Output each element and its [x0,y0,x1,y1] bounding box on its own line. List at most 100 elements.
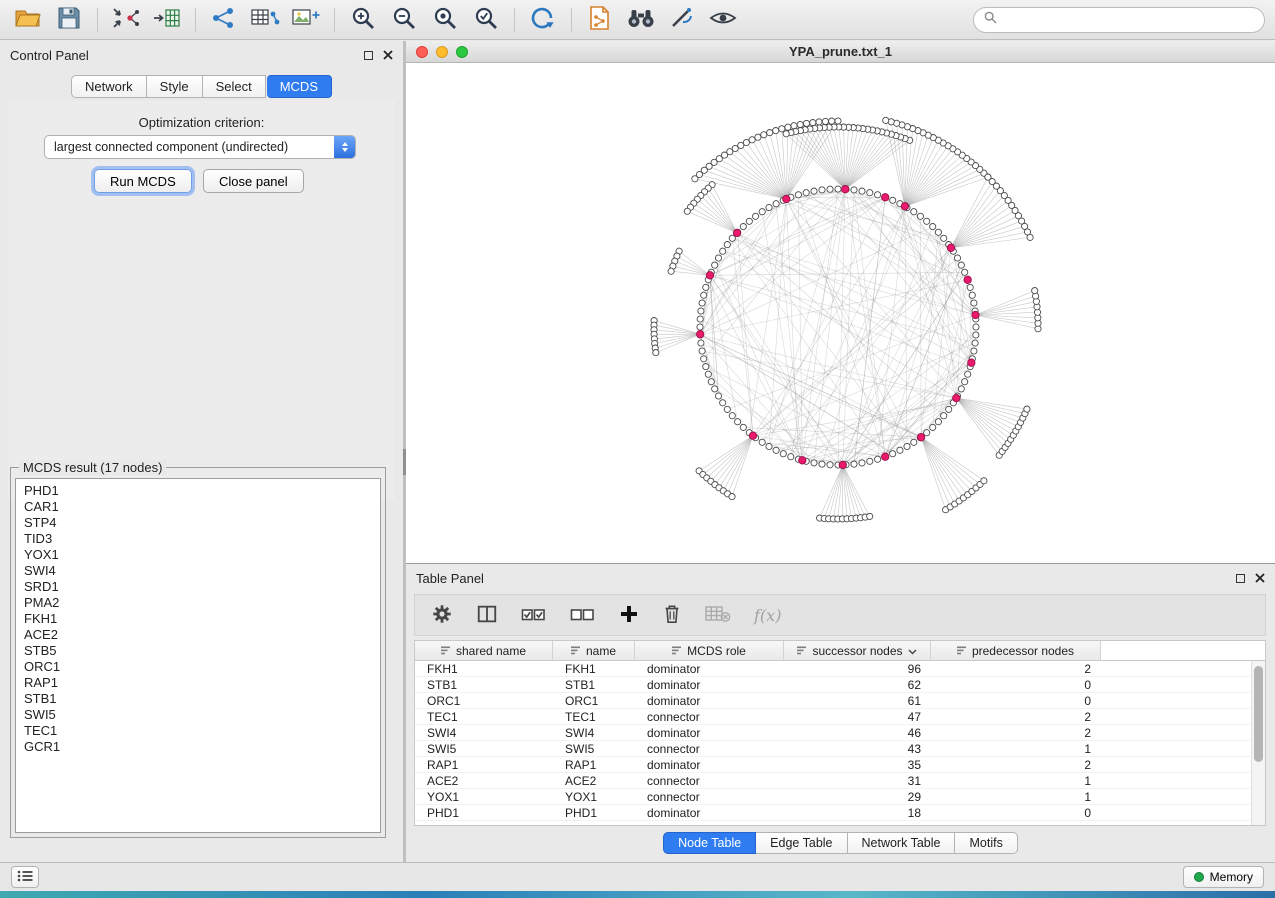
style-brush-icon [669,6,695,33]
column-header-shared-name[interactable]: shared name [415,641,553,661]
zoom-fit-button[interactable] [427,4,463,36]
open-file-button[interactable] [10,4,46,36]
select-all-button[interactable] [521,603,547,628]
network-window: YPA_prune.txt_1 [406,41,1275,563]
list-item[interactable]: TEC1 [16,723,380,739]
zoom-in-button[interactable] [345,4,381,36]
run-mcds-button[interactable]: Run MCDS [94,169,192,193]
clear-table-button[interactable] [705,604,731,627]
close-panel-icon[interactable] [1255,571,1265,586]
delete-column-button[interactable] [662,603,682,628]
table-settings-button[interactable] [431,603,453,628]
column-header-predecessor-nodes[interactable]: predecessor nodes [931,641,1101,661]
column-header-mcds-role[interactable]: MCDS role [635,641,784,661]
list-item[interactable]: SWI4 [16,563,380,579]
table-row[interactable]: ACE2 ACE2 connector 31 1 [415,773,1265,789]
list-item[interactable]: RAP1 [16,675,380,691]
cell-mcds-role: connector [635,710,784,724]
table-row[interactable]: STB1 STB1 dominator 62 0 [415,677,1265,693]
table-row[interactable]: RAP1 RAP1 dominator 35 2 [415,757,1265,773]
table-row[interactable]: SWI5 SWI5 connector 43 1 [415,741,1265,757]
cell-successor-nodes: 18 [784,806,931,820]
share-document-button[interactable] [582,4,618,36]
task-history-button[interactable] [11,866,39,888]
float-window-icon[interactable] [364,51,373,60]
zoom-selected-button[interactable] [468,4,504,36]
cell-shared-name: ACE2 [415,774,553,788]
list-item[interactable]: GCR1 [16,739,380,755]
export-table-button[interactable] [247,4,283,36]
cell-predecessor-nodes: 1 [931,742,1101,756]
list-item[interactable]: STB5 [16,643,380,659]
list-item[interactable]: TID3 [16,531,380,547]
import-network-button[interactable] [108,4,144,36]
show-columns-button[interactable] [476,603,498,628]
vertical-scrollbar[interactable] [1251,661,1265,825]
tab-select[interactable]: Select [203,75,266,98]
network-canvas[interactable] [406,63,1275,563]
criterion-dropdown[interactable]: largest connected component (undirected) [44,135,356,159]
table-row[interactable]: FKH1 FKH1 dominator 96 2 [415,661,1265,677]
style-brush-button[interactable] [664,4,700,36]
cell-name: PHD1 [553,806,635,820]
zoom-out-button[interactable] [386,4,422,36]
list-item[interactable]: SWI5 [16,707,380,723]
column-header-name[interactable]: name [553,641,635,661]
add-column-button[interactable] [619,604,639,627]
tab-style[interactable]: Style [147,75,203,98]
control-panel-tabs: Network Style Select MCDS [0,75,403,98]
list-item[interactable]: YOX1 [16,547,380,563]
list-item[interactable]: STP4 [16,515,380,531]
window-maximize-icon[interactable] [456,46,468,58]
network-window-titlebar[interactable]: YPA_prune.txt_1 [406,41,1275,63]
export-network-button[interactable] [206,4,242,36]
zoom-selected-icon [473,5,499,34]
window-close-icon[interactable] [416,46,428,58]
show-hide-button[interactable] [705,4,741,36]
float-window-icon[interactable] [1236,574,1245,583]
list-item[interactable]: FKH1 [16,611,380,627]
table-row[interactable]: YOX1 YOX1 connector 29 1 [415,789,1265,805]
tab-network-table[interactable]: Network Table [848,832,956,854]
list-item[interactable]: SRD1 [16,579,380,595]
export-image-button[interactable] [288,4,324,36]
mcds-tab-content: Optimization criterion: largest connecte… [8,101,395,501]
tab-node-table[interactable]: Node Table [663,832,756,854]
list-item[interactable]: CAR1 [16,499,380,515]
list-item[interactable]: PHD1 [16,483,380,499]
table-row[interactable]: SWI4 SWI4 dominator 46 2 [415,725,1265,741]
mcds-result-list[interactable]: PHD1CAR1STP4TID3YOX1SWI4SRD1PMA2FKH1ACE2… [15,478,381,833]
window-minimize-icon[interactable] [436,46,448,58]
table-row[interactable]: ORC1 ORC1 dominator 61 0 [415,693,1265,709]
cell-mcds-role: connector [635,742,784,756]
tab-network[interactable]: Network [71,75,147,98]
memory-button[interactable]: Memory [1183,866,1264,888]
function-builder-button[interactable]: f(x) [754,606,781,625]
search-box[interactable] [973,7,1265,33]
save-session-button[interactable] [51,4,87,36]
tab-motifs[interactable]: Motifs [955,832,1017,854]
column-header-successor-nodes[interactable]: successor nodes [784,641,931,661]
tab-edge-table[interactable]: Edge Table [756,832,847,854]
table-row[interactable]: PHD1 PHD1 dominator 18 0 [415,805,1265,821]
deselect-all-button[interactable] [570,603,596,628]
list-item[interactable]: ORC1 [16,659,380,675]
cell-shared-name: ORC1 [415,694,553,708]
close-panel-button[interactable]: Close panel [203,169,304,193]
import-table-button[interactable] [149,4,185,36]
tab-mcds[interactable]: MCDS [267,75,332,98]
refresh-button[interactable] [525,4,561,36]
close-panel-icon[interactable] [383,48,393,63]
table-row[interactable]: TEC1 TEC1 connector 47 2 [415,709,1265,725]
cell-successor-nodes: 61 [784,694,931,708]
search-input[interactable] [1003,13,1254,27]
scrollbar-thumb[interactable] [1254,666,1263,762]
dropdown-stepper-icon[interactable] [334,136,355,158]
cell-successor-nodes: 43 [784,742,931,756]
find-button[interactable] [623,4,659,36]
cell-shared-name: STB1 [415,678,553,692]
list-item[interactable]: STB1 [16,691,380,707]
cell-predecessor-nodes: 0 [931,694,1101,708]
list-item[interactable]: ACE2 [16,627,380,643]
list-item[interactable]: PMA2 [16,595,380,611]
